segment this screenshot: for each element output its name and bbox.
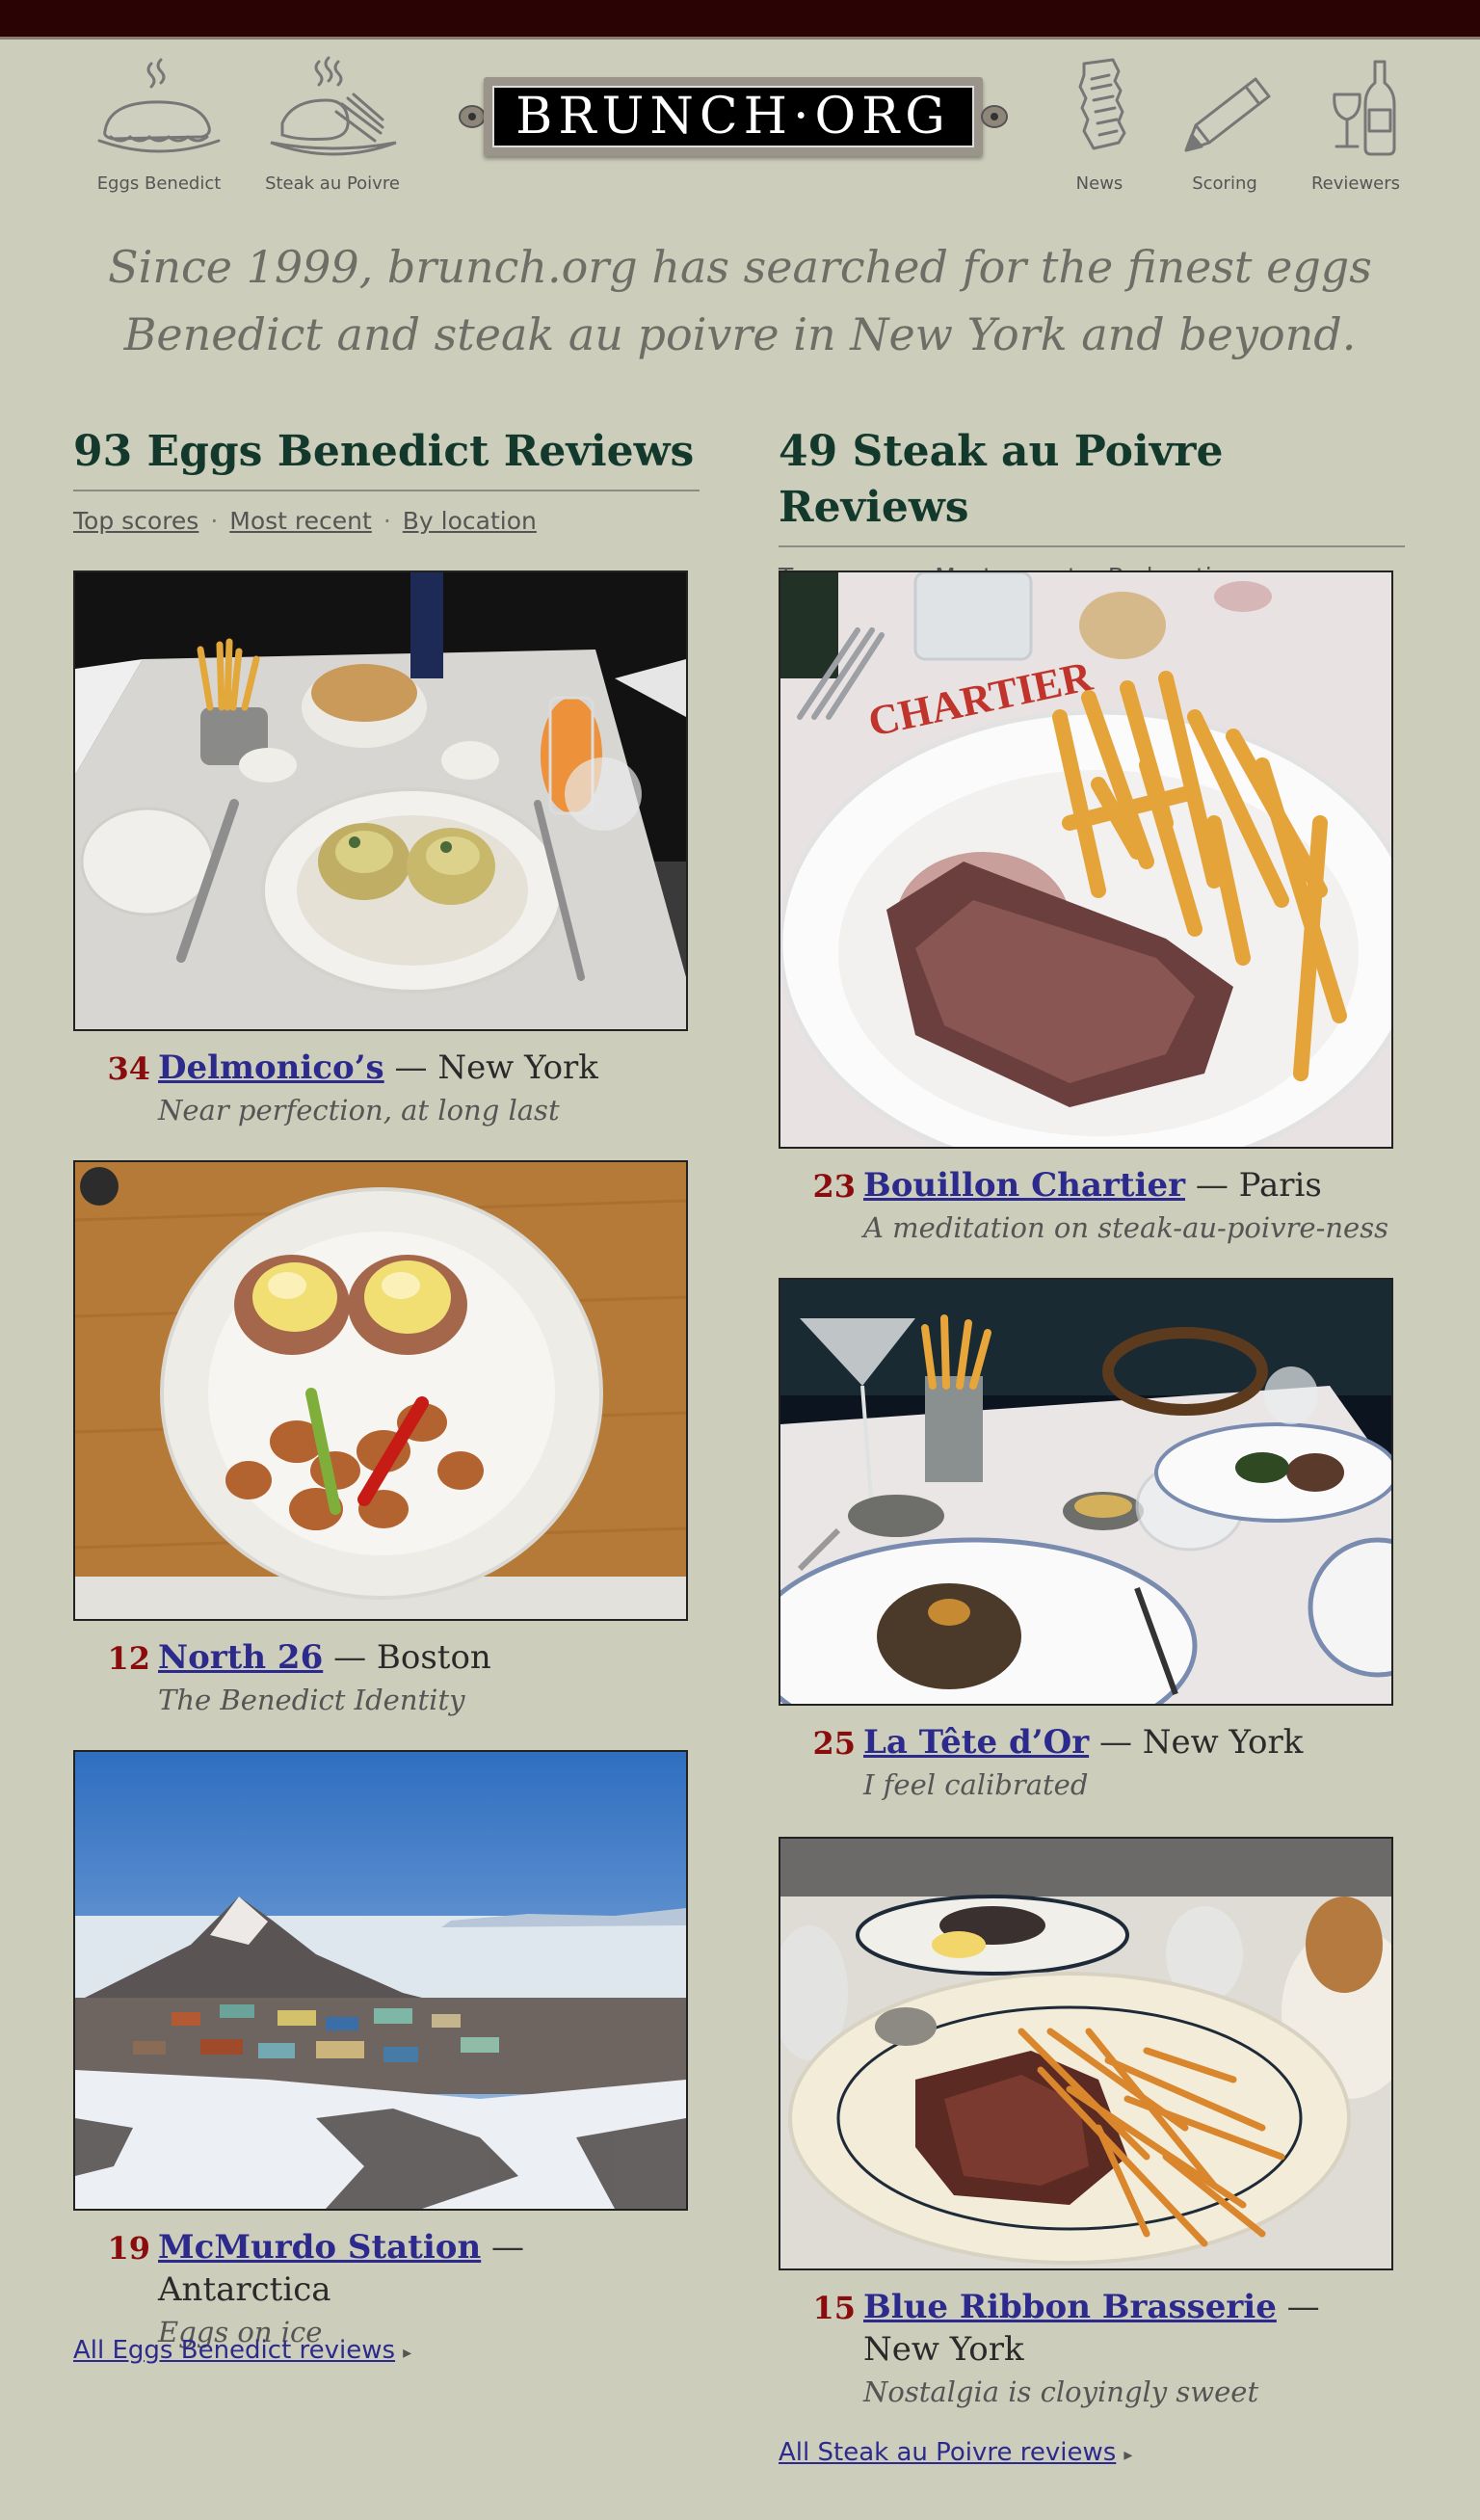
nav-reviewers[interactable]: Reviewers	[1283, 56, 1428, 194]
review-entry: 34 Delmonico’s — New York Near perfectio…	[73, 1047, 700, 1131]
review-quote: A meditation on steak-au-poivre-ness	[863, 1211, 1388, 1244]
review-city: Paris	[1238, 1166, 1322, 1205]
review-score: 19	[107, 2230, 150, 2267]
logo-frame: BRUNCH·ORG	[484, 77, 983, 156]
nav-steak-au-poivre[interactable]: Steak au Poivre	[260, 56, 405, 194]
review-quote: I feel calibrated	[863, 1768, 1089, 1801]
review-separator: —	[333, 1638, 367, 1677]
eggs-benedict-icon	[97, 58, 221, 153]
nav-label-steak-au-poivre: Steak au Poivre	[265, 173, 400, 194]
eggs-benedict-photo	[75, 1162, 686, 1619]
top-bar	[0, 0, 1480, 40]
review-score: 34	[107, 1050, 150, 1087]
review-entry: 25 La Tête d’Or — New York I feel calibr…	[779, 1721, 1405, 1806]
review-separator: —	[1286, 2288, 1320, 2326]
review-card-blue-ribbon-brasserie: 15 Blue Ribbon Brasserie — New York Nost…	[779, 1837, 1405, 2413]
sort-separator: ·	[210, 507, 219, 535]
review-city: Antarctica	[158, 2270, 331, 2309]
review-restaurant-link[interactable]: Blue Ribbon Brasserie	[863, 2288, 1277, 2326]
tagline-line-2: Benedict and steak au poivre in New York…	[123, 308, 1357, 360]
site-logo[interactable]: BRUNCH·ORG	[457, 77, 1010, 173]
nav-eggs-benedict[interactable]: Eggs Benedict	[87, 56, 231, 194]
mcmurdo-station-photo	[75, 1752, 686, 2209]
review-entry: 19 McMurdo Station — Antarctica Eggs on …	[73, 2226, 700, 2353]
review-quote: Nostalgia is cloyingly sweet	[863, 2375, 1259, 2408]
review-city: New York	[863, 2330, 1024, 2369]
review-score: 25	[812, 1725, 856, 1762]
header-nav: Eggs Benedict Steak au Poivre BRUNCH·ORG	[0, 56, 1480, 200]
eggs-sort-top-scores[interactable]: Top scores	[73, 507, 198, 535]
review-photo-mcmurdo-station[interactable]	[73, 1750, 688, 2211]
review-separator: —	[394, 1048, 428, 1087]
steak-au-poivre-photo	[780, 1839, 1391, 2268]
eggs-sort-most-recent[interactable]: Most recent	[229, 507, 372, 535]
tagline-line-1: Since 1999, brunch.org has searched for …	[108, 241, 1372, 293]
review-photo-la-tete-dor[interactable]	[779, 1278, 1393, 1706]
review-restaurant-link[interactable]: La Tête d’Or	[863, 1723, 1089, 1762]
review-quote: Near perfection, at long last	[158, 1094, 560, 1127]
pencil-icon	[1184, 77, 1271, 152]
review-entry: 15 Blue Ribbon Brasserie — New York Nost…	[779, 2286, 1405, 2413]
steak-au-poivre-photo	[780, 1280, 1391, 1704]
nav-label-scoring: Scoring	[1192, 173, 1257, 194]
steak-au-poivre-column: 49 Steak au Poivre Reviews Top scores·Mo…	[779, 424, 1405, 2467]
eggs-sort-links: Top scores · Most recent · By location	[73, 507, 700, 535]
eggs-benedict-heading: 93 Eggs Benedict Reviews	[73, 424, 700, 491]
nav-label-eggs-benedict: Eggs Benedict	[96, 173, 222, 194]
review-photo-north-26[interactable]	[73, 1160, 688, 1621]
review-card-bouillon-chartier: CHARTIER 23 Bouillon Chartier — Paris A …	[779, 570, 1405, 1249]
review-separator: —	[491, 2228, 525, 2267]
review-photo-blue-ribbon-brasserie[interactable]	[779, 1837, 1393, 2270]
review-card-mcmurdo-station: 19 McMurdo Station — Antarctica Eggs on …	[73, 1750, 700, 2353]
review-city: New York	[1142, 1723, 1304, 1762]
logo-text: BRUNCH·ORG	[492, 86, 974, 147]
review-score: 12	[107, 1640, 150, 1677]
nav-label-reviewers: Reviewers	[1310, 173, 1401, 194]
arrow-right-icon: ▸	[403, 2343, 412, 2363]
review-separator: —	[1098, 1723, 1132, 1762]
wine-bottle-icon	[1333, 60, 1396, 156]
steak-au-poivre-icon	[270, 56, 397, 156]
arrow-right-icon: ▸	[1123, 2445, 1133, 2465]
nav-label-news: News	[1075, 173, 1123, 194]
newspaper-icon	[1078, 58, 1126, 150]
nav-scoring[interactable]: Scoring	[1152, 56, 1297, 194]
review-card-north-26: 12 North 26 — Boston The Benedict Identi…	[73, 1160, 700, 1721]
review-separator: —	[1195, 1166, 1229, 1205]
review-card-la-tete-dor: 25 La Tête d’Or — New York I feel calibr…	[779, 1278, 1405, 1806]
review-restaurant-link[interactable]: McMurdo Station	[158, 2228, 481, 2267]
tagline: Since 1999, brunch.org has searched for …	[0, 233, 1480, 368]
review-entry: 23 Bouillon Chartier — Paris A meditatio…	[779, 1164, 1405, 1249]
steak-au-poivre-photo: CHARTIER	[780, 572, 1391, 1147]
review-restaurant-link[interactable]: Delmonico’s	[158, 1048, 384, 1087]
sort-separator: ·	[383, 507, 391, 535]
review-city: New York	[437, 1048, 598, 1087]
review-restaurant-link[interactable]: North 26	[158, 1638, 323, 1677]
review-restaurant-link[interactable]: Bouillon Chartier	[863, 1166, 1185, 1205]
review-photo-bouillon-chartier[interactable]: CHARTIER	[779, 570, 1393, 1149]
eggs-benedict-photo	[75, 572, 686, 1029]
review-entry: 12 North 26 — Boston The Benedict Identi…	[73, 1636, 700, 1721]
review-photo-delmonicos[interactable]	[73, 570, 688, 1031]
nav-news[interactable]: News	[1027, 56, 1172, 194]
logo-right-ornament	[981, 105, 1008, 128]
all-steak-au-poivre-reviews-link[interactable]: All Steak au Poivre reviews ▸	[779, 2438, 1132, 2467]
review-city: Boston	[376, 1638, 491, 1677]
eggs-benedict-column: 93 Eggs Benedict Reviews Top scores · Most…	[73, 424, 700, 2365]
review-card-delmonicos: 34 Delmonico’s — New York Near perfectio…	[73, 570, 700, 1131]
review-score: 23	[812, 1168, 856, 1205]
all-eggs-benedict-reviews-label: All Eggs Benedict reviews	[73, 2336, 396, 2365]
review-quote: The Benedict Identity	[158, 1684, 465, 1716]
logo-left-ornament	[459, 105, 486, 128]
review-score: 15	[812, 2290, 856, 2326]
all-eggs-benedict-reviews-link[interactable]: All Eggs Benedict reviews ▸	[73, 2336, 411, 2365]
steak-au-poivre-heading: 49 Steak au Poivre Reviews	[779, 424, 1405, 547]
all-steak-au-poivre-reviews-label: All Steak au Poivre reviews	[779, 2438, 1117, 2467]
eggs-sort-by-location[interactable]: By location	[403, 507, 537, 535]
